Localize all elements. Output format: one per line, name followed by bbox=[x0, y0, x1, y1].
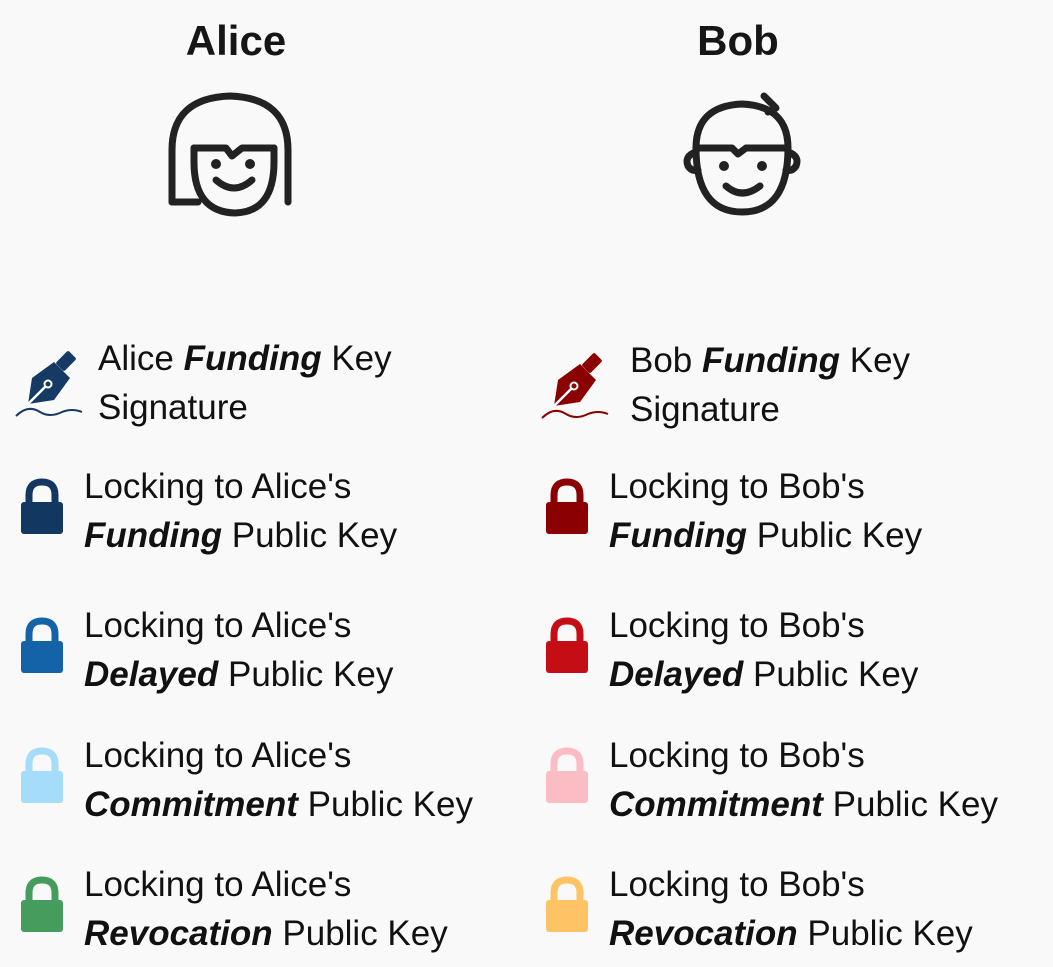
bob-commitment-lock-label: Locking to Bob's Commitment Public Key bbox=[609, 736, 998, 824]
alice-commitment-lock-label: Locking to Alice's Commitment Public Key bbox=[84, 736, 473, 824]
bob-revocation-lock-label: Locking to Bob's Revocation Public Key bbox=[609, 865, 973, 953]
lock-icon bbox=[545, 617, 589, 682]
alice-avatar-icon bbox=[160, 86, 300, 226]
lock-icon bbox=[20, 747, 64, 812]
bob-avatar-icon bbox=[676, 90, 811, 225]
lock-icon bbox=[545, 876, 589, 941]
alice-funding-signature-label: Alice Funding Key Signature bbox=[98, 339, 392, 427]
alice-delayed-lock-label: Locking to Alice's Delayed Public Key bbox=[84, 606, 394, 694]
alice-title: Alice bbox=[185, 17, 287, 64]
fountain-pen-icon bbox=[14, 340, 86, 425]
alice-funding-lock-label: Locking to Alice's Funding Public Key bbox=[84, 467, 398, 555]
fountain-pen-icon bbox=[540, 342, 612, 427]
alice-revocation-lock-label: Locking to Alice's Revocation Public Key bbox=[84, 865, 448, 953]
bob-funding-lock-label: Locking to Bob's Funding Public Key bbox=[609, 467, 923, 555]
lock-icon bbox=[20, 617, 64, 682]
bob-funding-signature-label: Bob Funding Key Signature bbox=[630, 341, 911, 429]
lock-icon bbox=[20, 876, 64, 941]
bob-delayed-lock-label: Locking to Bob's Delayed Public Key bbox=[609, 606, 919, 694]
lock-icon bbox=[20, 478, 64, 543]
bob-title: Bob bbox=[697, 17, 779, 64]
lock-icon bbox=[545, 747, 589, 812]
lock-icon bbox=[545, 478, 589, 543]
